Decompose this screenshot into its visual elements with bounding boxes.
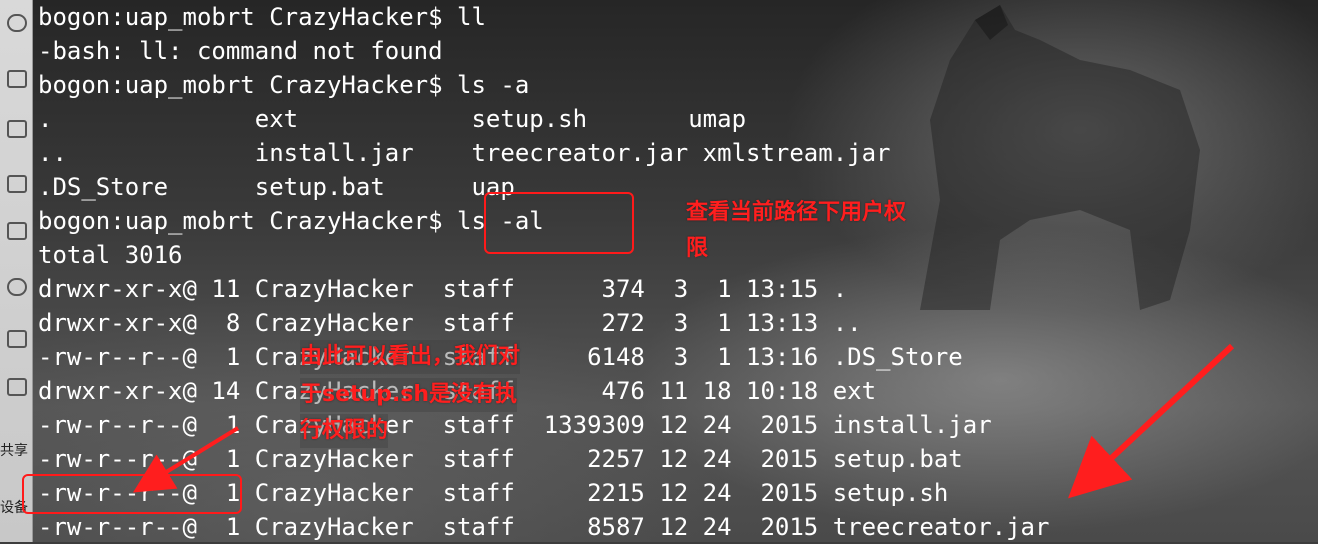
annotation-arrows (132, 343, 1235, 499)
arrow-to-setup-permission (132, 426, 240, 493)
arrow-to-setup-sh (1068, 343, 1235, 499)
